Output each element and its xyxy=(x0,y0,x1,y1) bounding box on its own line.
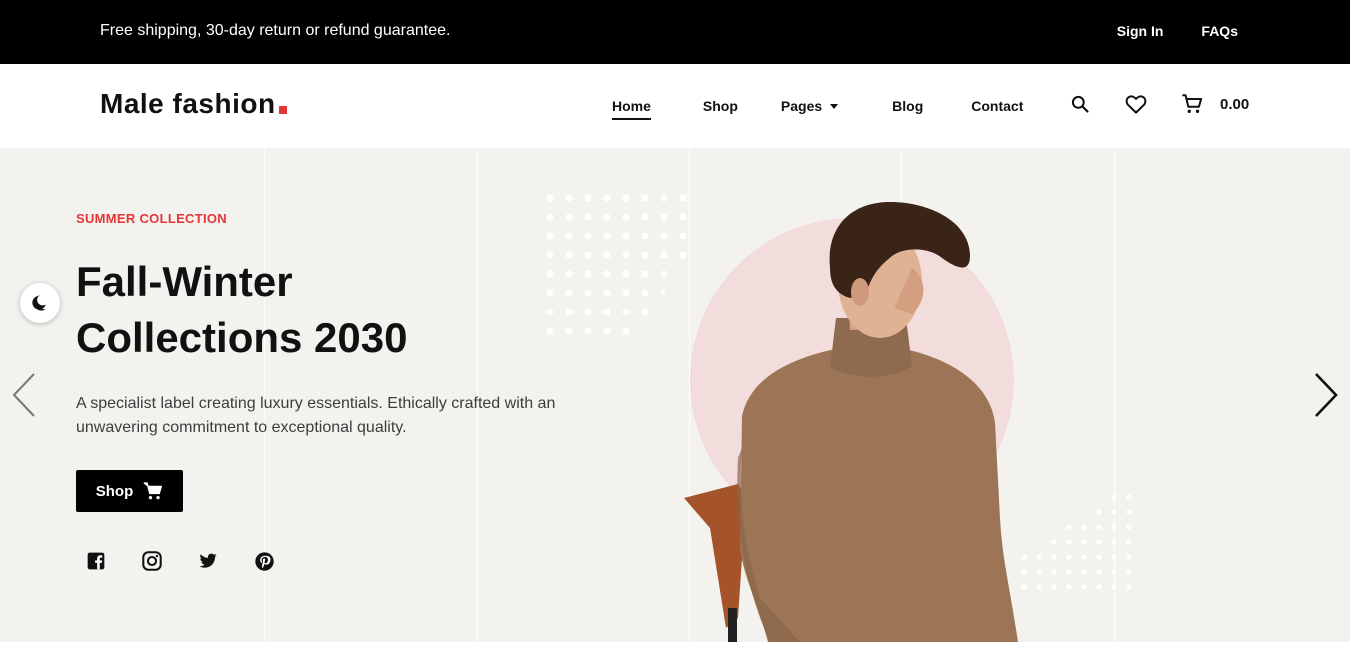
nav-blog[interactable]: Blog xyxy=(892,98,923,114)
dark-mode-toggle[interactable] xyxy=(20,283,60,323)
hero-title: Fall-Winter Collections 2030 xyxy=(76,254,496,366)
shipping-promo: Free shipping, 30-day return or refund g… xyxy=(100,22,451,39)
sign-in-link[interactable]: Sign In xyxy=(1117,23,1164,39)
logo-text: Male fashion xyxy=(100,88,276,119)
model-image xyxy=(684,202,1018,642)
nav-contact[interactable]: Contact xyxy=(971,98,1023,114)
dot-pattern-top xyxy=(546,194,698,346)
cart-total[interactable]: 0.00 xyxy=(1220,96,1249,113)
shop-button-label: Shop xyxy=(95,482,134,500)
cart-icon xyxy=(143,482,163,500)
header-icons: 0.00 xyxy=(1068,92,1249,116)
hero-title-line-1: Fall-Winter xyxy=(76,258,293,305)
hero-slider: SUMMER COLLECTION Fall-Winter Collection… xyxy=(0,148,1350,642)
heart-icon[interactable] xyxy=(1124,92,1148,116)
hero-description: A specialist label creating luxury essen… xyxy=(76,395,556,436)
moon-icon xyxy=(32,294,49,311)
shop-button[interactable]: Shop xyxy=(76,470,183,512)
hero-subtitle: SUMMER COLLECTION xyxy=(76,211,227,226)
search-icon[interactable] xyxy=(1068,92,1092,116)
main-nav: Home Shop Pages Blog Contact xyxy=(612,98,1023,120)
top-links: Sign In FAQs xyxy=(1117,23,1238,39)
cart-icon[interactable] xyxy=(1180,92,1204,116)
twitter-icon[interactable] xyxy=(196,549,220,573)
next-slide-arrow[interactable] xyxy=(1312,370,1340,420)
faqs-link[interactable]: FAQs xyxy=(1201,23,1238,39)
nav-shop[interactable]: Shop xyxy=(703,98,738,114)
social-links xyxy=(84,549,276,573)
nav-pages[interactable]: Pages xyxy=(780,98,839,114)
prev-slide-arrow[interactable] xyxy=(10,370,38,420)
facebook-icon[interactable] xyxy=(84,549,108,573)
caret-down-icon xyxy=(830,103,839,109)
logo-dot xyxy=(278,106,287,114)
nav-home[interactable]: Home xyxy=(612,98,651,120)
instagram-icon[interactable] xyxy=(140,549,164,573)
hero-title-line-2: Collections 2030 xyxy=(76,314,408,361)
top-bar: Free shipping, 30-day return or refund g… xyxy=(0,0,1350,64)
site-header: Male fashion Home Shop Pages Blog Contac… xyxy=(0,64,1350,148)
nav-pages-label: Pages xyxy=(780,98,823,114)
pinterest-icon[interactable] xyxy=(252,549,276,573)
logo[interactable]: Male fashion xyxy=(100,88,287,120)
